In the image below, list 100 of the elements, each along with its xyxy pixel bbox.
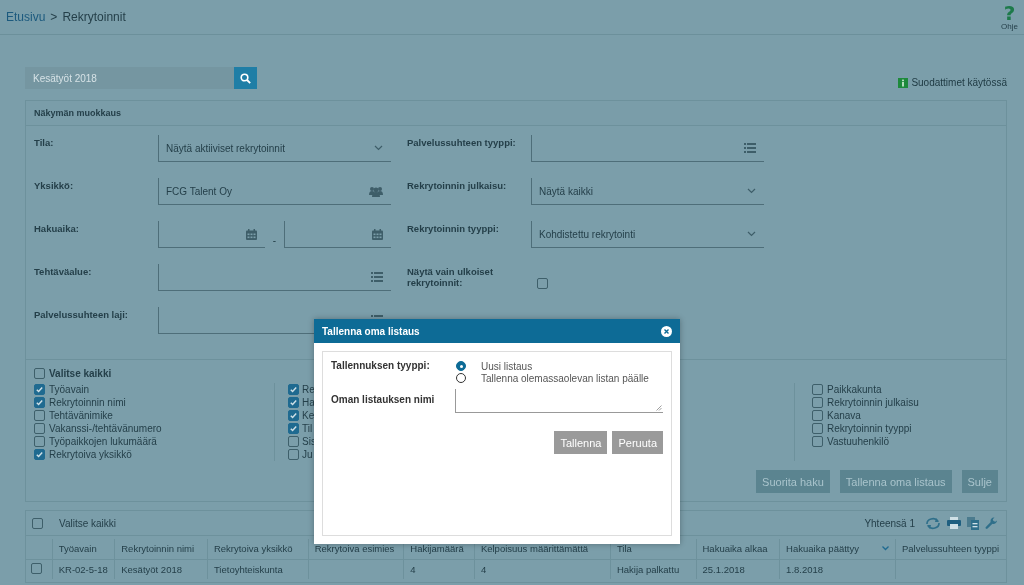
- picker-field[interactable]: [531, 135, 764, 162]
- checkbox[interactable]: [34, 423, 45, 434]
- breadcrumb-separator: >: [50, 10, 58, 24]
- checkbox-label: Til: [302, 423, 313, 434]
- checkbox[interactable]: [34, 397, 45, 408]
- checkbox-label: Ke: [302, 410, 315, 421]
- checkbox[interactable]: [288, 449, 299, 460]
- chevron-down-icon: [374, 145, 383, 151]
- close-button[interactable]: [661, 325, 672, 337]
- table-cell: 1.8.2018: [779, 559, 896, 579]
- print-icon[interactable]: [947, 517, 961, 529]
- action-button[interactable]: Tallenna oma listaus: [839, 470, 952, 493]
- dropdown[interactable]: Näytä aktiiviset rekrytoinnit: [158, 135, 391, 162]
- dialog-title: Tallenna oma listaus: [322, 325, 421, 337]
- search-button[interactable]: [234, 67, 257, 89]
- picker-field[interactable]: [158, 264, 391, 291]
- checkbox[interactable]: [288, 397, 299, 408]
- checkbox[interactable]: [34, 436, 45, 447]
- field-label: Yksikkö:: [34, 180, 74, 191]
- table-cell: 4: [403, 559, 475, 579]
- checkbox-label: Vastuuhenkilö: [827, 436, 890, 447]
- dropdown[interactable]: Kohdistettu rekrytointi: [531, 221, 764, 248]
- checkbox-label: Paikkakunta: [827, 384, 882, 395]
- field-label: Oman listauksen nimi: [331, 394, 436, 407]
- close-icon: [664, 328, 669, 334]
- export-icon[interactable]: [967, 516, 979, 530]
- table-cell: Kesätyöt 2018: [114, 559, 208, 579]
- checkbox-label: Ju: [302, 449, 313, 460]
- checkbox-label: Vakanssi-/tehtävänumero: [49, 423, 162, 434]
- checkbox[interactable]: [288, 423, 299, 434]
- dialog-button[interactable]: Tallenna: [554, 431, 608, 454]
- breadcrumb-current: Rekrytoinnit: [62, 10, 126, 24]
- help-label[interactable]: Ohje: [1001, 23, 1018, 31]
- checkbox[interactable]: [31, 562, 42, 574]
- date-field[interactable]: [283, 221, 391, 248]
- checkbox[interactable]: [812, 384, 823, 395]
- people-icon[interactable]: [369, 185, 383, 197]
- checkbox-label: Valitse kaikki: [49, 368, 112, 379]
- table-cell: Hakija palkattu: [610, 559, 696, 579]
- date-field[interactable]: [158, 221, 266, 248]
- checkbox[interactable]: [288, 410, 299, 421]
- checkbox-label: Re: [302, 384, 315, 395]
- name-input[interactable]: [455, 389, 663, 413]
- checkbox-label: Työavain: [49, 384, 90, 395]
- search-icon: [240, 72, 251, 84]
- field-label: Rekrytoinnin julkaisu:: [407, 180, 507, 191]
- checkbox[interactable]: [32, 517, 43, 529]
- checkbox[interactable]: [812, 423, 823, 434]
- checkbox[interactable]: [288, 384, 299, 395]
- column-header[interactable]: Rekrytoiva yksikkö: [207, 539, 309, 559]
- checkbox[interactable]: [34, 449, 45, 460]
- checkbox[interactable]: [34, 410, 45, 421]
- field-label: Tehtäväalue:: [34, 266, 92, 277]
- field-label: Tallennuksen tyyppi:: [331, 360, 431, 373]
- dropdown[interactable]: Näytä kaikki: [531, 178, 764, 205]
- column-header[interactable]: Rekrytoinnin nimi: [114, 539, 208, 559]
- field-label: Tila:: [34, 137, 54, 148]
- table-cell: KR-02-5-18: [52, 559, 115, 579]
- chevron-down-icon: [747, 231, 756, 237]
- checkbox[interactable]: [812, 436, 823, 447]
- dialog-button[interactable]: Peruuta: [612, 431, 663, 454]
- field-label: Palvelussuhteen laji:: [34, 309, 128, 320]
- checkbox[interactable]: [288, 436, 299, 447]
- list-icon[interactable]: [371, 272, 383, 282]
- filter-status: Suodattimet käytössä: [911, 77, 1007, 88]
- checkbox[interactable]: [34, 384, 45, 395]
- radio-button[interactable]: [456, 361, 466, 371]
- calendar-icon[interactable]: [372, 228, 383, 240]
- search-field[interactable]: Kesätyöt 2018: [25, 67, 234, 89]
- picker-field[interactable]: FCG Talent Oy: [158, 178, 391, 205]
- checkbox[interactable]: [34, 368, 45, 379]
- radio-label[interactable]: Uusi listaus: [481, 360, 533, 372]
- column-header[interactable]: Hakuaika päättyy: [779, 539, 896, 559]
- column-header[interactable]: Työavain: [52, 539, 115, 559]
- column-header[interactable]: Hakuaika alkaa: [696, 539, 780, 559]
- range-separator: -: [271, 234, 278, 246]
- action-button[interactable]: Sulje: [961, 470, 998, 493]
- radio-label[interactable]: Tallenna olemassaolevan listan päälle: [481, 372, 649, 384]
- field-label: Palvelussuhteen tyyppi:: [407, 137, 516, 148]
- checkbox-label: Ha: [302, 397, 315, 408]
- column-header[interactable]: Palvelussuhteen tyyppi: [895, 539, 1006, 559]
- checkbox-label: Tehtävänimike: [49, 410, 113, 421]
- field-label: Rekrytoinnin tyyppi:: [407, 223, 499, 234]
- wrench-icon[interactable]: [985, 516, 998, 530]
- table-cell: Tietoyhteiskunta: [207, 559, 309, 579]
- breadcrumb-link[interactable]: Etusivu: [6, 10, 46, 24]
- refresh-icon[interactable]: [925, 516, 941, 530]
- checkbox[interactable]: [812, 397, 823, 408]
- list-icon[interactable]: [744, 143, 756, 153]
- action-button[interactable]: Suorita haku: [756, 470, 830, 493]
- field-label: Hakuaika:: [34, 223, 79, 234]
- calendar-icon[interactable]: [246, 228, 258, 240]
- total-count: Yhteensä 1: [864, 517, 915, 529]
- checkbox[interactable]: [537, 278, 548, 289]
- sort-icon[interactable]: [881, 546, 889, 552]
- field-label: Näytä vain ulkoiset rekrytoinnit:: [407, 266, 494, 288]
- checkbox-label: Työpaikkojen lukumäärä: [49, 436, 157, 447]
- resize-handle-icon: [656, 405, 662, 411]
- info-icon: [898, 77, 909, 88]
- checkbox[interactable]: [812, 410, 823, 421]
